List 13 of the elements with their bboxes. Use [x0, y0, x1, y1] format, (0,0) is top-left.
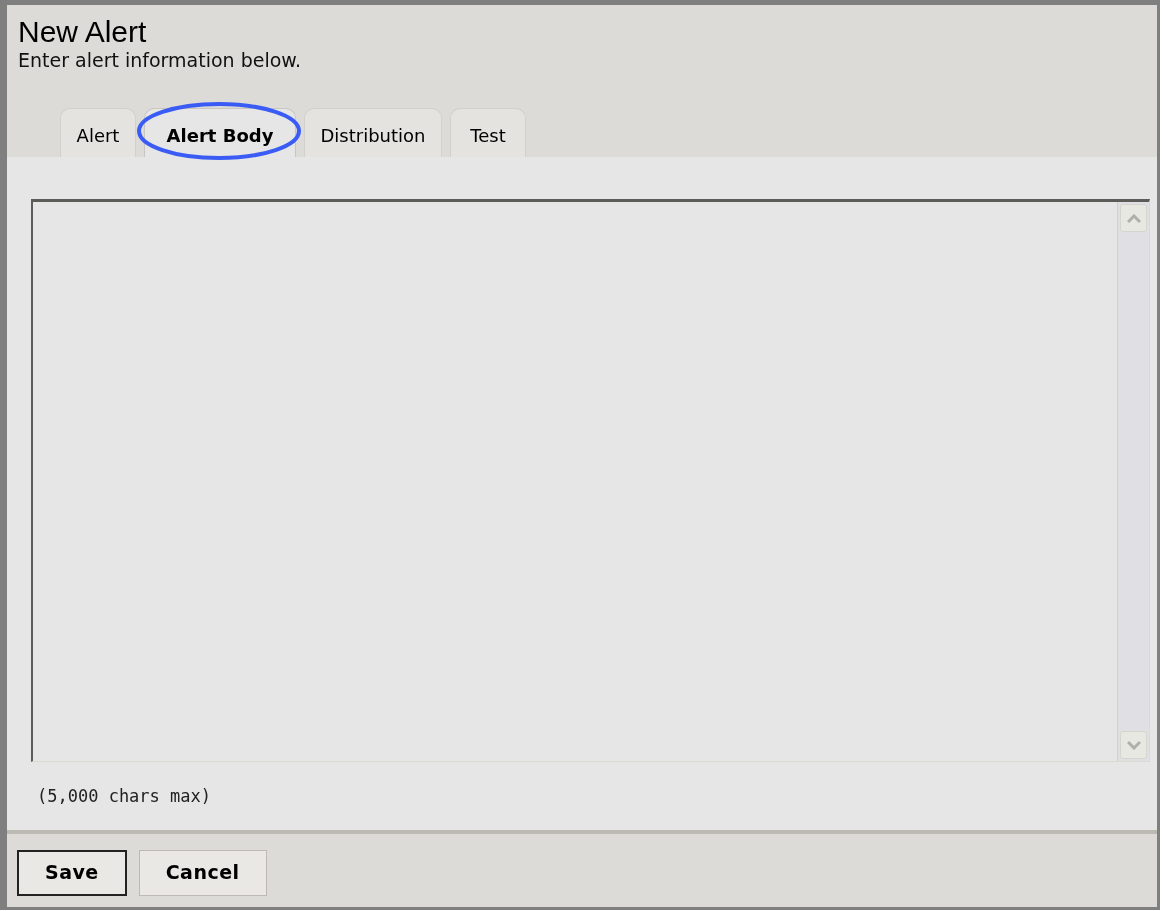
- char-limit-note: (5,000 chars max): [37, 785, 211, 808]
- chevron-down-icon: [1126, 740, 1141, 750]
- tab[interactable]: Alert: [60, 108, 136, 157]
- scroll-down-button[interactable]: [1120, 731, 1147, 759]
- form-button[interactable]: Save: [17, 849, 127, 896]
- form-button[interactable]: Cancel: [138, 849, 267, 896]
- scrollbar[interactable]: [1117, 202, 1149, 761]
- chevron-up-icon: [1126, 213, 1141, 223]
- tab[interactable]: Distribution: [304, 108, 442, 157]
- page-title: New Alert: [18, 15, 147, 49]
- scroll-up-button[interactable]: [1120, 204, 1147, 232]
- tab[interactable]: Test: [450, 108, 526, 157]
- page-subtitle: Enter alert information below.: [18, 49, 302, 71]
